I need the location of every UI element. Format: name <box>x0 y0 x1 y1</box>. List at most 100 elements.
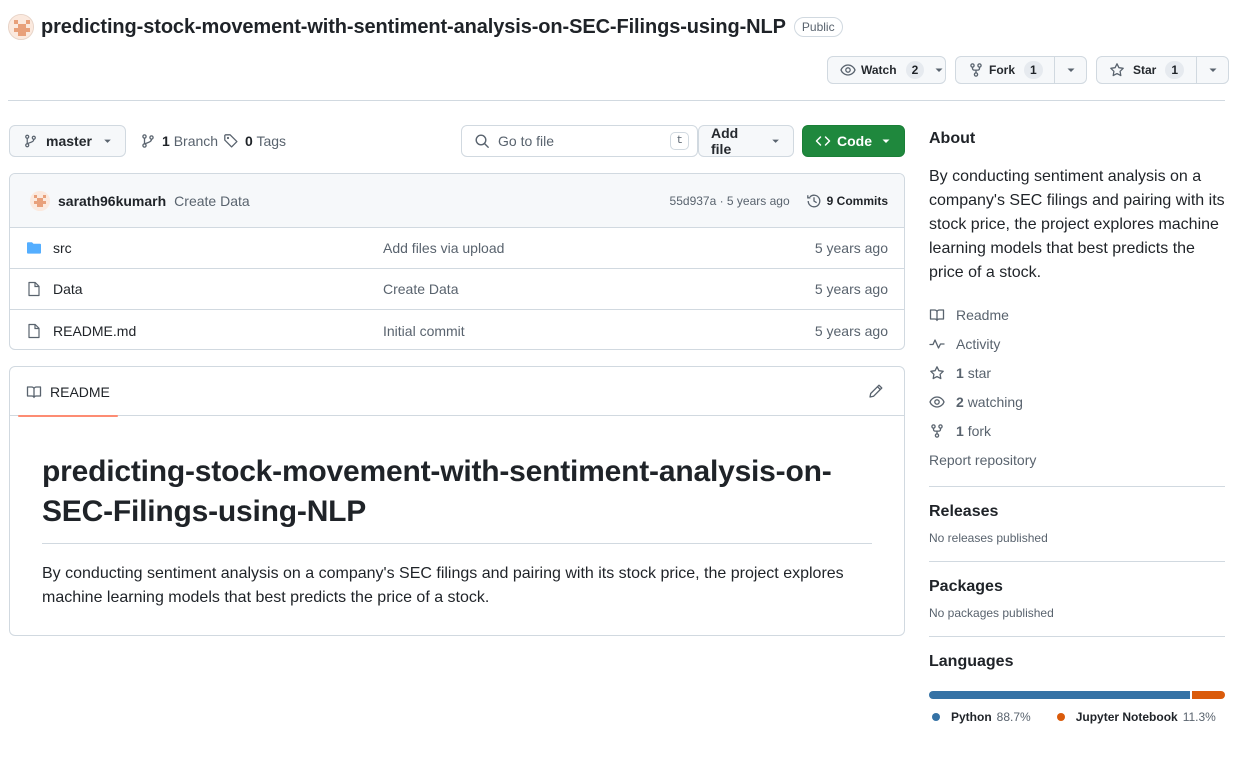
chevron-down-icon <box>1209 68 1216 72</box>
branch-selector[interactable]: master <box>9 125 126 157</box>
language-list: Python 88.7% Jupyter Notebook 11.3% <box>929 710 1225 724</box>
language-dot <box>932 713 940 721</box>
tag-icon <box>224 134 238 148</box>
latest-commit-bar: sarath96kumarh Create Data 55d937a · 5 y… <box>10 174 904 228</box>
commit-author-link[interactable]: sarath96kumarh <box>58 193 166 209</box>
releases-heading[interactable]: Releases <box>929 503 1225 521</box>
language-bar <box>929 691 1225 699</box>
file-row[interactable]: Data Create Data 5 years ago <box>10 269 904 310</box>
watch-button-group: Watch 2 <box>827 56 946 84</box>
pencil-icon <box>869 384 883 398</box>
owner-avatar[interactable] <box>8 14 34 40</box>
languages-section: Languages Python 88.7% Jupyter Notebook … <box>929 637 1225 724</box>
code-icon <box>815 136 831 146</box>
language-item-python[interactable]: Python 88.7% <box>932 710 1031 724</box>
git-branch-icon <box>25 134 36 148</box>
repo-name-link[interactable]: predicting-stock-movement-with-sentiment… <box>41 16 786 39</box>
readme-paragraph-line-1: By conducting sentiment analysis on a co… <box>42 565 844 582</box>
pulse-icon <box>929 338 945 349</box>
watchers-link[interactable]: 2 watching <box>929 387 1225 416</box>
watching-count: 2 <box>956 393 964 410</box>
shortcut-hint: t <box>670 132 689 150</box>
file-icon <box>26 281 42 297</box>
chevron-down-icon <box>882 139 890 143</box>
readme-link[interactable]: Readme <box>929 300 1225 329</box>
file-commit-message[interactable]: Initial commit <box>383 323 465 339</box>
stars-link[interactable]: 1 star <box>929 358 1225 387</box>
report-repository-link[interactable]: Report repository <box>929 445 1225 474</box>
header-divider <box>8 100 1225 101</box>
file-name-link[interactable]: README.md <box>53 323 136 339</box>
file-row[interactable]: src Add files via upload 5 years ago <box>10 228 904 269</box>
search-icon <box>475 134 489 148</box>
language-percent: 11.3% <box>1182 710 1216 724</box>
fork-label: Fork <box>989 63 1016 77</box>
readme-paragraph: By conducting sentiment analysis on a co… <box>42 562 872 610</box>
file-commit-message[interactable]: Add files via upload <box>383 240 504 256</box>
tags-count: 0 <box>245 133 253 149</box>
commit-sha-time[interactable]: 55d937a · 5 years ago <box>670 194 790 208</box>
star-icon <box>930 365 944 379</box>
activity-link-label: Activity <box>956 335 1001 352</box>
language-name: Jupyter Notebook <box>1075 710 1178 724</box>
readme-link-label: Readme <box>956 306 1009 323</box>
edit-readme-button[interactable] <box>868 383 884 399</box>
activity-link[interactable]: Activity <box>929 329 1225 358</box>
readme-paragraph-line-2: machine learning models that best predic… <box>42 589 490 606</box>
stars-count: 1 <box>956 364 964 381</box>
forks-link[interactable]: 1 fork <box>929 416 1225 445</box>
readme-heading-line-1: predicting-stock-movement-with-sentiment… <box>42 455 832 488</box>
watch-button[interactable]: Watch 2 <box>828 57 957 83</box>
visibility-badge: Public <box>793 17 843 37</box>
file-row[interactable]: README.md Initial commit 5 years ago <box>10 310 904 349</box>
packages-heading[interactable]: Packages <box>929 578 1225 596</box>
file-commit-date: 5 years ago <box>814 281 888 297</box>
repo-forked-icon <box>970 63 982 77</box>
star-icon <box>1110 63 1124 77</box>
commits-history-link[interactable]: 9 Commits <box>806 193 888 209</box>
history-icon <box>806 194 821 207</box>
fork-dropdown-button[interactable] <box>1054 57 1086 83</box>
branch-name: master <box>46 133 92 149</box>
add-file-label: Add file <box>711 125 739 157</box>
file-commit-message[interactable]: Create Data <box>383 281 458 297</box>
fork-button[interactable]: Fork 1 <box>956 57 1054 83</box>
readme-panel: README predicting-stock-movement-with-se… <box>9 366 905 636</box>
go-to-file-input[interactable]: Go to file t <box>461 125 698 157</box>
chevron-down-icon <box>104 139 111 143</box>
forks-count: 1 <box>956 422 964 439</box>
file-name-link[interactable]: Data <box>53 281 83 297</box>
packages-note: No packages published <box>929 606 1054 620</box>
author-avatar[interactable] <box>30 190 50 211</box>
file-commit-date: 5 years ago <box>814 240 888 256</box>
star-button[interactable]: Star 1 <box>1097 57 1196 83</box>
languages-heading: Languages <box>929 653 1014 670</box>
file-toolbar: master 1 Branch 0 Tags Go to file t Add … <box>9 125 905 157</box>
tab-readme[interactable]: README <box>18 367 118 417</box>
tab-readme-label: README <box>50 383 110 400</box>
releases-section: Releases No releases published <box>929 487 1225 545</box>
branches-label: Branch <box>173 133 219 149</box>
releases-note: No releases published <box>929 531 1048 545</box>
tags-label: Tags <box>256 133 287 149</box>
language-segment-python <box>929 691 1190 699</box>
readme-tab-bar: README <box>10 367 904 417</box>
star-counter: 1 <box>1165 61 1185 79</box>
branches-link[interactable]: 1 Branch <box>140 125 218 157</box>
code-button[interactable]: Code <box>802 125 905 157</box>
about-links: Readme Activity 1 star 2 watching 1 fork… <box>929 300 1225 474</box>
stars-label: star <box>967 364 992 381</box>
file-browser: sarath96kumarh Create Data 55d937a · 5 y… <box>9 173 905 350</box>
language-dot <box>1056 713 1065 721</box>
file-name-link[interactable]: src <box>53 240 72 256</box>
add-file-button[interactable]: Add file <box>698 125 794 157</box>
star-dropdown-button[interactable] <box>1196 57 1228 83</box>
tags-link[interactable]: 0 Tags <box>223 125 286 157</box>
star-button-group: Star 1 <box>1096 56 1229 84</box>
fork-button-group: Fork 1 <box>955 56 1087 84</box>
commit-message-link[interactable]: Create Data <box>174 193 249 209</box>
language-item-jupyter[interactable]: Jupyter Notebook 11.3% <box>1056 710 1216 724</box>
eye-icon <box>840 64 856 76</box>
watch-counter: 2 <box>905 61 925 79</box>
watch-label: Watch <box>861 63 897 77</box>
